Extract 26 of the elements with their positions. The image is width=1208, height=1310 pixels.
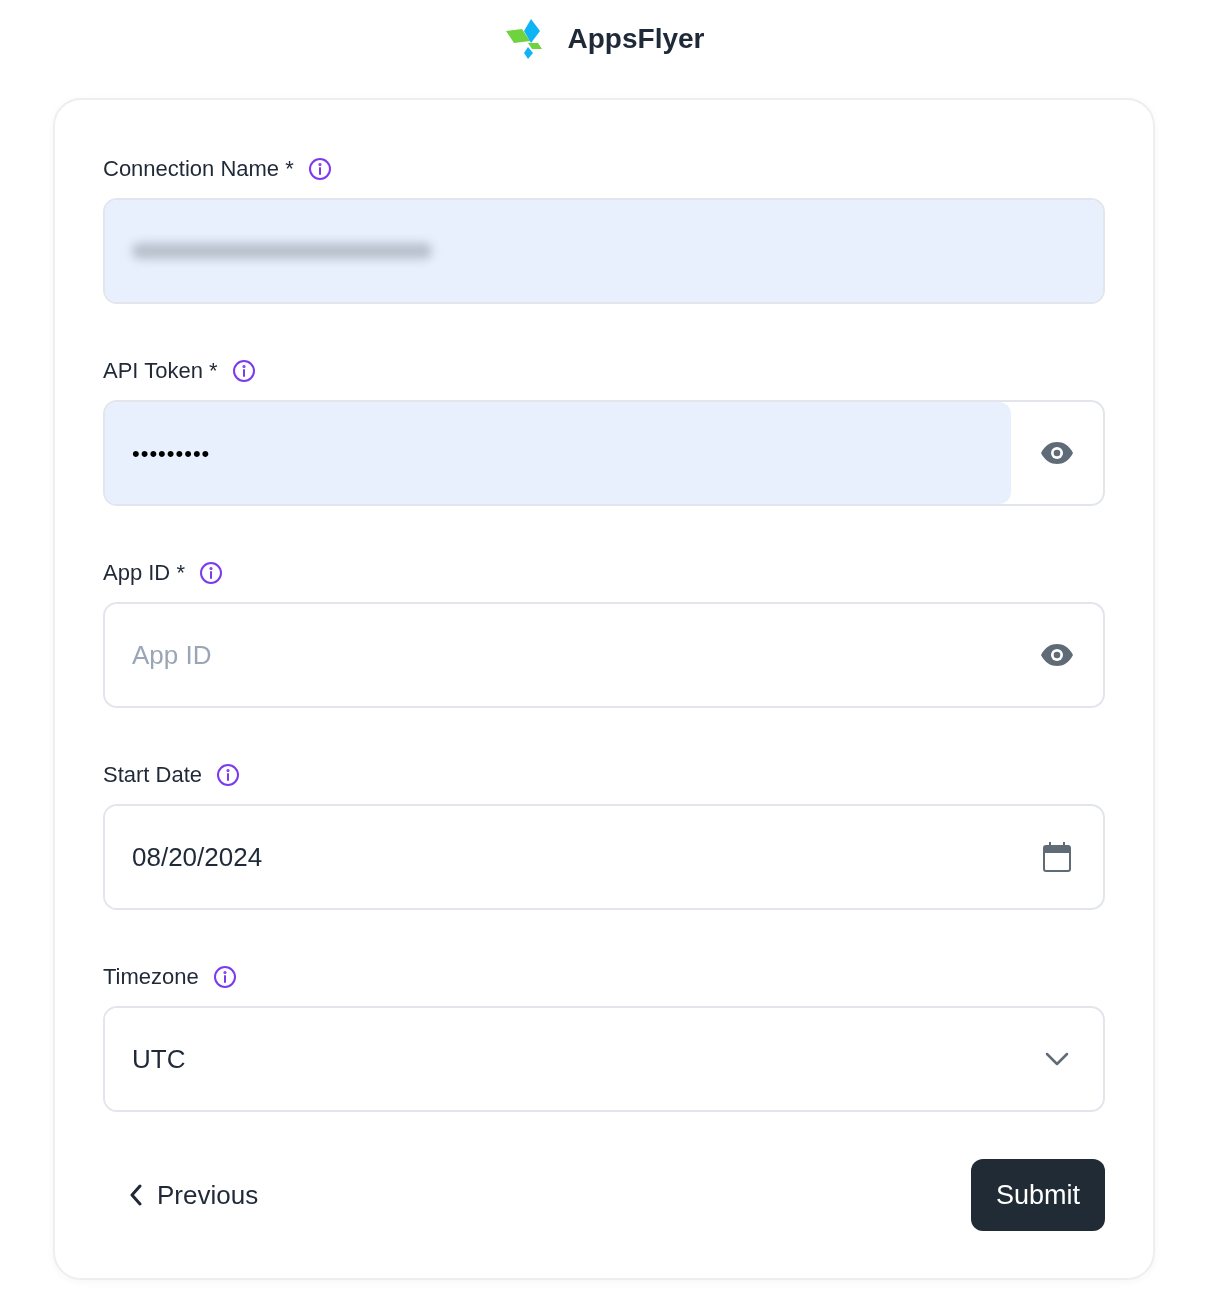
eye-icon[interactable] (1040, 643, 1074, 667)
field-value: UTC (132, 1042, 186, 1076)
field-label: Connection Name * (103, 155, 294, 183)
chevron-down-icon[interactable] (1045, 1052, 1069, 1066)
field-placeholder: App ID (132, 638, 212, 672)
info-icon[interactable] (198, 560, 223, 585)
eye-icon[interactable] (1040, 441, 1074, 465)
input-field[interactable] (103, 198, 1105, 304)
previous-button[interactable]: Previous (129, 1175, 259, 1215)
date-field[interactable]: 08/20/2024 (103, 804, 1105, 910)
info-icon[interactable] (231, 358, 256, 383)
calendar-icon[interactable] (1043, 842, 1071, 872)
info-icon[interactable] (307, 156, 332, 181)
field-label: API Token * (103, 357, 218, 385)
field-label: Timezone (103, 963, 199, 991)
field-value: 08/20/2024 (132, 840, 263, 874)
field-label: App ID * (103, 559, 185, 587)
submit-button[interactable]: Submit (970, 1159, 1105, 1231)
field-label: Start Date (103, 761, 203, 789)
field-value: ••••••••• (132, 439, 211, 468)
input-field[interactable]: ••••••••• (103, 400, 1105, 506)
brand-name: AppsFlyer (567, 22, 705, 56)
info-icon[interactable] (216, 762, 241, 787)
chevron-left-icon (129, 1184, 143, 1206)
timezone-select[interactable]: UTC (103, 1006, 1105, 1112)
info-icon[interactable] (212, 964, 237, 989)
